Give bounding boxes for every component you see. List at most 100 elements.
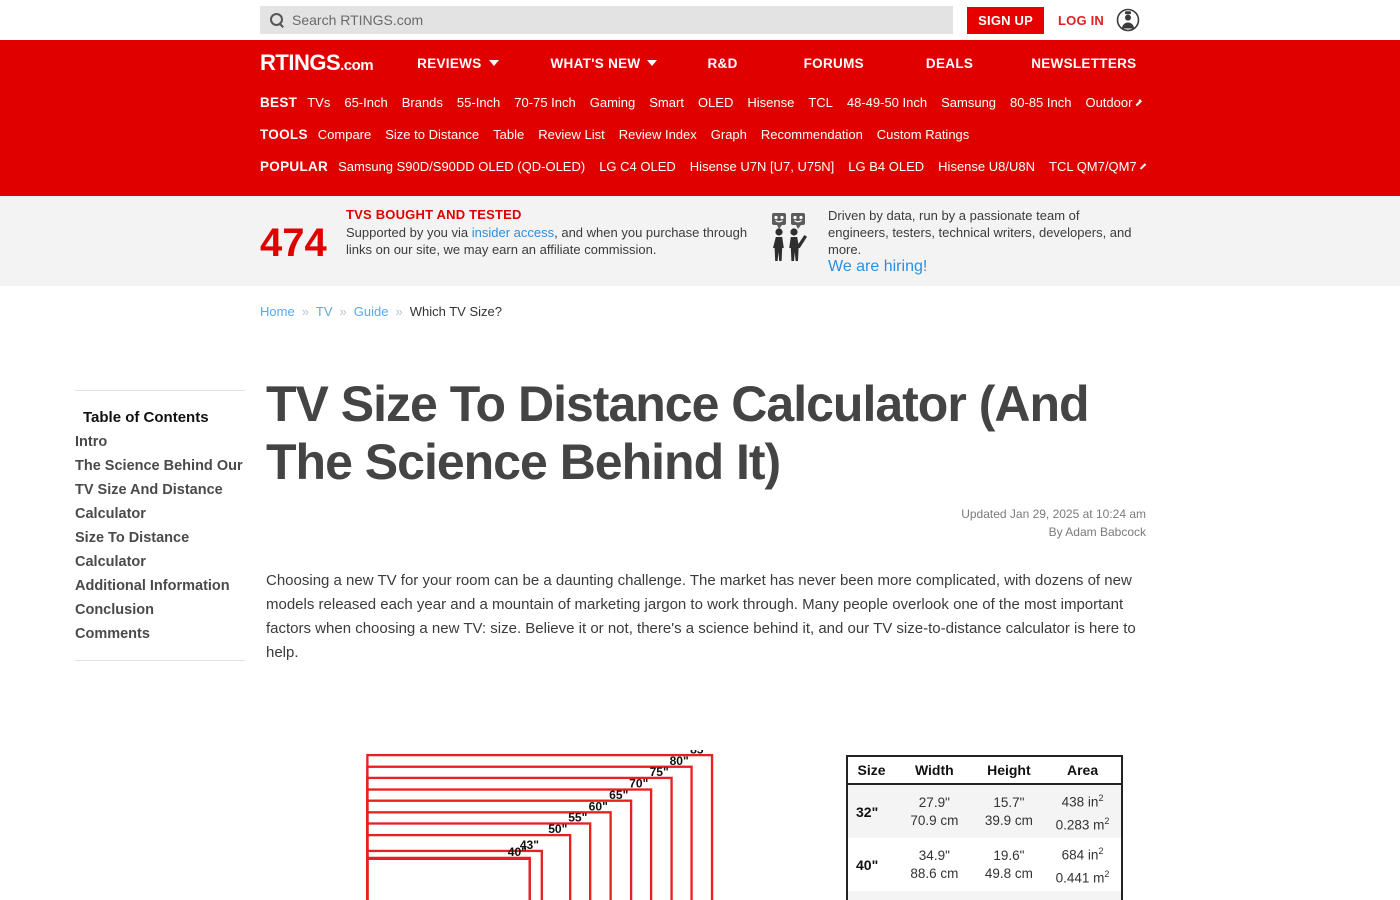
logo-suffix: .com xyxy=(340,57,374,74)
toc-item-size-to-distance-calculator[interactable]: Size To Distance Calculator xyxy=(75,526,245,574)
page-title: TV Size To Distance Calculator (And The … xyxy=(266,376,1090,490)
team-block: Driven by data, run by a passionate team… xyxy=(828,207,1140,276)
nav-row-best: BEST TVs 65-Inch Brands 55-Inch 70-75 In… xyxy=(260,86,1143,118)
svg-text:60": 60" xyxy=(589,799,608,813)
breadcrumb-home[interactable]: Home xyxy=(260,304,295,319)
nav-tools-custom-ratings[interactable]: Custom Ratings xyxy=(877,127,969,142)
nav-tools-size-to-distance[interactable]: Size to Distance xyxy=(385,127,479,142)
nav-best-tvs[interactable]: TVs xyxy=(307,95,330,110)
nav-best-hisense[interactable]: Hisense xyxy=(747,95,794,110)
logo-text: RTINGS xyxy=(260,50,341,75)
svg-text:70": 70" xyxy=(629,777,648,791)
nav-item-reviews[interactable]: REVIEWS xyxy=(417,55,499,71)
svg-text:50": 50" xyxy=(548,822,567,836)
chevron-right-icon[interactable] xyxy=(1139,162,1146,170)
nav-item-forums[interactable]: FORUMS xyxy=(804,56,864,71)
breadcrumb-tv[interactable]: TV xyxy=(316,304,333,319)
nav-best-70-75-inch[interactable]: 70-75 Inch xyxy=(514,95,575,110)
we-are-hiring-link[interactable]: We are hiring! xyxy=(828,258,927,275)
toc-item-comments[interactable]: Comments xyxy=(75,622,245,646)
sign-up-button[interactable]: SIGN UP xyxy=(967,6,1045,34)
nav-item-deals[interactable]: DEALS xyxy=(926,56,973,71)
toc-item-intro[interactable]: Intro xyxy=(75,430,245,454)
svg-text:85": 85" xyxy=(690,750,709,756)
search-input[interactable] xyxy=(292,12,944,28)
cell-size: 32" xyxy=(847,784,895,838)
nav-best-gaming[interactable]: Gaming xyxy=(590,95,636,110)
table-row: 43" 37.5" 95.3 cm 21.1" 53.6 cm 791 in2 xyxy=(847,891,1122,900)
nav-best-brands[interactable]: Brands xyxy=(402,95,443,110)
nav-label: FORUMS xyxy=(803,55,864,71)
tv-size-table: Size Width Height Area 32" 27.9" 70.9 cm xyxy=(846,755,1123,900)
nav-best-samsung[interactable]: Samsung xyxy=(941,95,996,110)
breadcrumb-separator-icon: » xyxy=(301,304,309,319)
chevron-down-icon xyxy=(488,60,499,66)
height-cm: 49.8 cm xyxy=(984,865,1033,881)
width-cm: 70.9 cm xyxy=(910,812,959,828)
cell-size: 43" xyxy=(847,891,895,900)
col-header-size: Size xyxy=(847,756,895,785)
nav-tools-review-index[interactable]: Review Index xyxy=(619,127,697,142)
nav-item-newsletters[interactable]: NEWSLETTERS xyxy=(1031,56,1136,71)
nav-best-48-49-50-inch[interactable]: 48-49-50 Inch xyxy=(847,95,927,110)
toc-item-conclusion[interactable]: Conclusion xyxy=(75,598,245,622)
width-inches: 34.9" xyxy=(918,847,950,863)
article-meta: Updated Jan 29, 2025 at 10:24 am By Adam… xyxy=(266,505,1146,541)
nav-popular-lg-c4-oled[interactable]: LG C4 OLED xyxy=(599,159,676,174)
cell-width: 37.5" 95.3 cm xyxy=(895,891,974,900)
updated-timestamp: Updated Jan 29, 2025 at 10:24 am xyxy=(961,507,1146,521)
svg-text:43": 43" xyxy=(520,838,539,852)
area-inches: 438 in2 xyxy=(1061,793,1104,810)
nav-best-outdoor[interactable]: Outdoor xyxy=(1085,95,1132,110)
search-box[interactable] xyxy=(260,6,954,34)
svg-text:75": 75" xyxy=(650,765,669,779)
table-row: 40" 34.9" 88.6 cm 19.6" 49.8 cm 684 in2 xyxy=(847,838,1122,891)
cell-height: 15.7" 39.9 cm xyxy=(973,784,1045,838)
nav-best-80-85-inch[interactable]: 80-85 Inch xyxy=(1010,95,1071,110)
nav-tools-review-list[interactable]: Review List xyxy=(538,127,604,142)
svg-text:55": 55" xyxy=(568,811,587,825)
nav-popular-hisense-u7n[interactable]: Hisense U7N [U7, U75N] xyxy=(690,159,835,174)
breadcrumb-separator-icon: » xyxy=(339,304,347,319)
nav-best-65-inch[interactable]: 65-Inch xyxy=(344,95,387,110)
insider-access-link[interactable]: insider access xyxy=(472,225,554,240)
nav-row-tag: POPULAR xyxy=(260,158,329,174)
nav-tools-recommendation[interactable]: Recommendation xyxy=(761,127,863,142)
nav-best-tcl[interactable]: TCL xyxy=(808,95,833,110)
tvs-tested-description: Supported by you via insider access, and… xyxy=(346,224,766,258)
user-avatar-icon[interactable] xyxy=(1116,8,1140,32)
col-header-width: Width xyxy=(895,756,974,785)
nav-item-whats-new[interactable]: WHAT'S NEW xyxy=(551,56,658,71)
nav-row-tag: TOOLS xyxy=(260,126,308,142)
toc-item-the-science-behind[interactable]: The Science Behind Our TV Size And Dista… xyxy=(75,454,245,526)
cell-height: 21.1" 53.6 cm xyxy=(973,891,1045,900)
nav-label: REVIEWS xyxy=(417,55,482,71)
nav-popular-tcl-qm7[interactable]: TCL QM7/QM7 xyxy=(1049,159,1137,174)
search-icon xyxy=(270,13,284,27)
cell-height: 19.6" 49.8 cm xyxy=(974,838,1044,891)
width-cm: 88.6 cm xyxy=(910,865,959,881)
stats-bar: 474 TVS BOUGHT AND TESTED Supported by y… xyxy=(0,196,1400,286)
nav-tools-graph[interactable]: Graph xyxy=(711,127,747,142)
table-of-contents: Table of Contents Intro The Science Behi… xyxy=(75,390,245,661)
nav-best-55-inch[interactable]: 55-Inch xyxy=(457,95,500,110)
log-in-button[interactable]: LOG IN xyxy=(1058,13,1104,28)
nav-row-tag: BEST xyxy=(260,94,298,110)
nav-best-oled[interactable]: OLED xyxy=(698,95,733,110)
chevron-right-icon[interactable] xyxy=(1135,98,1143,106)
nav-item-rd[interactable]: R&D xyxy=(707,56,737,71)
site-logo[interactable]: RTINGS.com xyxy=(260,50,374,76)
cell-size: 40" xyxy=(856,856,879,873)
toc-item-additional-information[interactable]: Additional Information xyxy=(75,574,245,598)
nav-popular-lg-b4-oled[interactable]: LG B4 OLED xyxy=(848,159,924,174)
height-cm: 39.9 cm xyxy=(984,812,1033,828)
nav-tools-table[interactable]: Table xyxy=(493,127,524,142)
nav-popular-samsung-s90d[interactable]: Samsung S90D/S90DD OLED (QD-OLED) xyxy=(338,159,585,174)
svg-text:80": 80" xyxy=(670,754,689,768)
width-inches: 27.9" xyxy=(918,794,950,810)
breadcrumb-guide[interactable]: Guide xyxy=(354,304,389,319)
nav-tools-compare[interactable]: Compare xyxy=(318,127,371,142)
nav-popular-hisense-u8[interactable]: Hisense U8/U8N xyxy=(938,159,1035,174)
nav-best-smart[interactable]: Smart xyxy=(649,95,684,110)
nav-label: R&D xyxy=(707,55,738,71)
